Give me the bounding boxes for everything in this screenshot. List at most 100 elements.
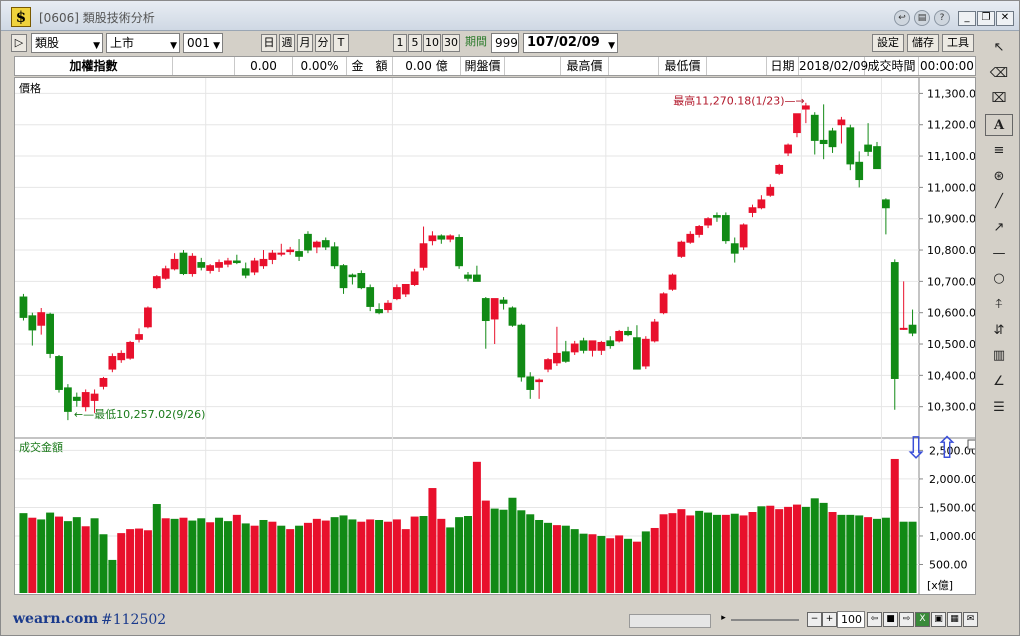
volume-bar (766, 505, 775, 593)
low-annotation: ←—最低10,257.02(9/26) (74, 408, 205, 421)
category-value: 類股 (35, 36, 60, 50)
market-select[interactable]: 上市 ▼ (106, 33, 180, 53)
period-button-4[interactable]: T (333, 34, 349, 52)
open-value (505, 57, 561, 75)
category-select[interactable]: 類股 ▼ (31, 33, 103, 53)
lines-icon[interactable]: ≡ (985, 140, 1013, 162)
pointer-icon[interactable]: ↖ (985, 37, 1013, 59)
save-button[interactable]: 儲存 (907, 34, 939, 52)
volume-bar (392, 519, 401, 593)
zoom-in-icon[interactable]: + (822, 612, 837, 627)
quote-value2: 0.00% (293, 57, 347, 75)
period-button-0[interactable]: 日 (261, 34, 277, 52)
volume-bar (143, 530, 152, 593)
volume-bar (721, 514, 730, 593)
period-input[interactable]: 999 (491, 33, 519, 53)
volume-bar (161, 518, 170, 593)
candle-body (135, 334, 143, 340)
candle-body (206, 265, 215, 271)
code-select[interactable]: 001 ▼ (183, 33, 223, 53)
chart-area[interactable]: 11,300.00 11,200.00 11,100.00 11,000.00 10,9… (14, 77, 983, 612)
right-arrow-icon[interactable]: ⇨ (899, 612, 914, 627)
help-icon[interactable]: ? (934, 10, 950, 26)
candle-body (170, 258, 179, 270)
candle-body (588, 340, 597, 351)
volume-bar (463, 516, 473, 593)
back-icon[interactable]: ↩ (894, 10, 910, 26)
period-button-1[interactable]: 週 (279, 34, 295, 52)
date-value: 2018/02/09 (799, 57, 869, 75)
tools-button[interactable]: 工具 (942, 34, 974, 52)
candle-body (375, 309, 383, 314)
period-button-2[interactable]: 月 (297, 34, 313, 52)
maximize-button[interactable]: ❐ (977, 11, 995, 26)
volume-bar (606, 538, 615, 593)
minute-step-3[interactable]: 30 (442, 34, 460, 52)
stop-icon[interactable]: ■ (883, 612, 898, 627)
volume-bar (303, 522, 312, 593)
line-icon[interactable]: ╱ (985, 191, 1013, 213)
minute-step-2[interactable]: 10 (423, 34, 441, 52)
zoom-slider[interactable] (731, 619, 799, 621)
disk-icon[interactable]: ▣ (931, 612, 946, 627)
arrow-line-icon[interactable]: ↗ (985, 217, 1013, 239)
candle-body (695, 226, 704, 235)
volume-bar (179, 517, 188, 593)
candle-body (561, 351, 570, 362)
volume-bar (63, 521, 72, 593)
volume-bar (215, 517, 224, 593)
period-button-3[interactable]: 分 (315, 34, 331, 52)
volume-bar (677, 509, 686, 593)
candle-body (766, 186, 775, 196)
candle-body (90, 393, 99, 401)
volume-bar (864, 517, 873, 593)
zoom-out-icon[interactable]: − (807, 612, 822, 627)
print-icon[interactable]: ▤ (914, 10, 930, 26)
grid-tool-icon[interactable]: ▥ (985, 345, 1013, 367)
close-button[interactable]: ✕ (996, 11, 1014, 26)
dollar-logo-icon: $ (11, 7, 31, 27)
amount-number: 0.00 (405, 59, 432, 73)
volume-bar (410, 516, 419, 593)
gann-icon[interactable]: ∠ (985, 371, 1013, 393)
circle-icon[interactable]: ○ (985, 268, 1013, 290)
up-arrow-icon[interactable]: ⍏ (985, 294, 1013, 316)
volume-bar (55, 516, 64, 593)
bar-tool-icon[interactable]: ⇵ (985, 320, 1013, 342)
fibonacci-icon[interactable]: ⊛ (985, 166, 1013, 188)
close-panel-icon[interactable] (967, 439, 978, 450)
volume-bar (544, 522, 553, 593)
horizontal-scrollbar[interactable] (629, 614, 711, 628)
candle-body (259, 258, 268, 267)
eraser-all-icon[interactable]: ⌧ (985, 88, 1013, 110)
excel-icon[interactable]: X (915, 612, 930, 627)
candle-body (846, 127, 855, 165)
volume-bar (837, 514, 846, 593)
price-tick-label: 10,600.00 (927, 307, 975, 320)
candle-body (793, 113, 801, 134)
settings-button[interactable]: 設定 (872, 34, 904, 52)
volume-bar (757, 506, 766, 593)
candle-body (597, 341, 606, 351)
minute-step-0[interactable]: 1 (393, 34, 407, 52)
price-tick-label: 11,300.00 (927, 87, 975, 100)
candle-body (570, 343, 579, 353)
hline-icon[interactable]: — (985, 243, 1013, 265)
date-select[interactable]: 107/02/09 ▼ (523, 33, 618, 53)
volume-bar (152, 504, 161, 593)
scroll-right-icon[interactable]: ▸ (716, 612, 731, 627)
text-icon[interactable]: A (985, 114, 1013, 137)
chart-svg[interactable]: 11,300.00 11,200.00 11,100.00 11,000.00 10,9… (15, 78, 983, 612)
period-icon[interactable]: ☰ (985, 397, 1013, 419)
mail-icon[interactable]: ✉ (963, 612, 978, 627)
eraser-icon[interactable]: ⌫ (985, 63, 1013, 85)
minute-step-1[interactable]: 5 (408, 34, 422, 52)
left-arrow-icon[interactable]: ⇦ (867, 612, 882, 627)
play-button[interactable]: ▷ (11, 34, 27, 52)
candle-body (633, 337, 641, 370)
image-icon[interactable]: ▦ (947, 612, 962, 627)
zoom-value[interactable]: 100 (837, 611, 865, 628)
candle-body (659, 293, 668, 314)
volume-tick-label: 1,000.00 (929, 530, 975, 543)
minimize-button[interactable]: _ (958, 11, 976, 26)
